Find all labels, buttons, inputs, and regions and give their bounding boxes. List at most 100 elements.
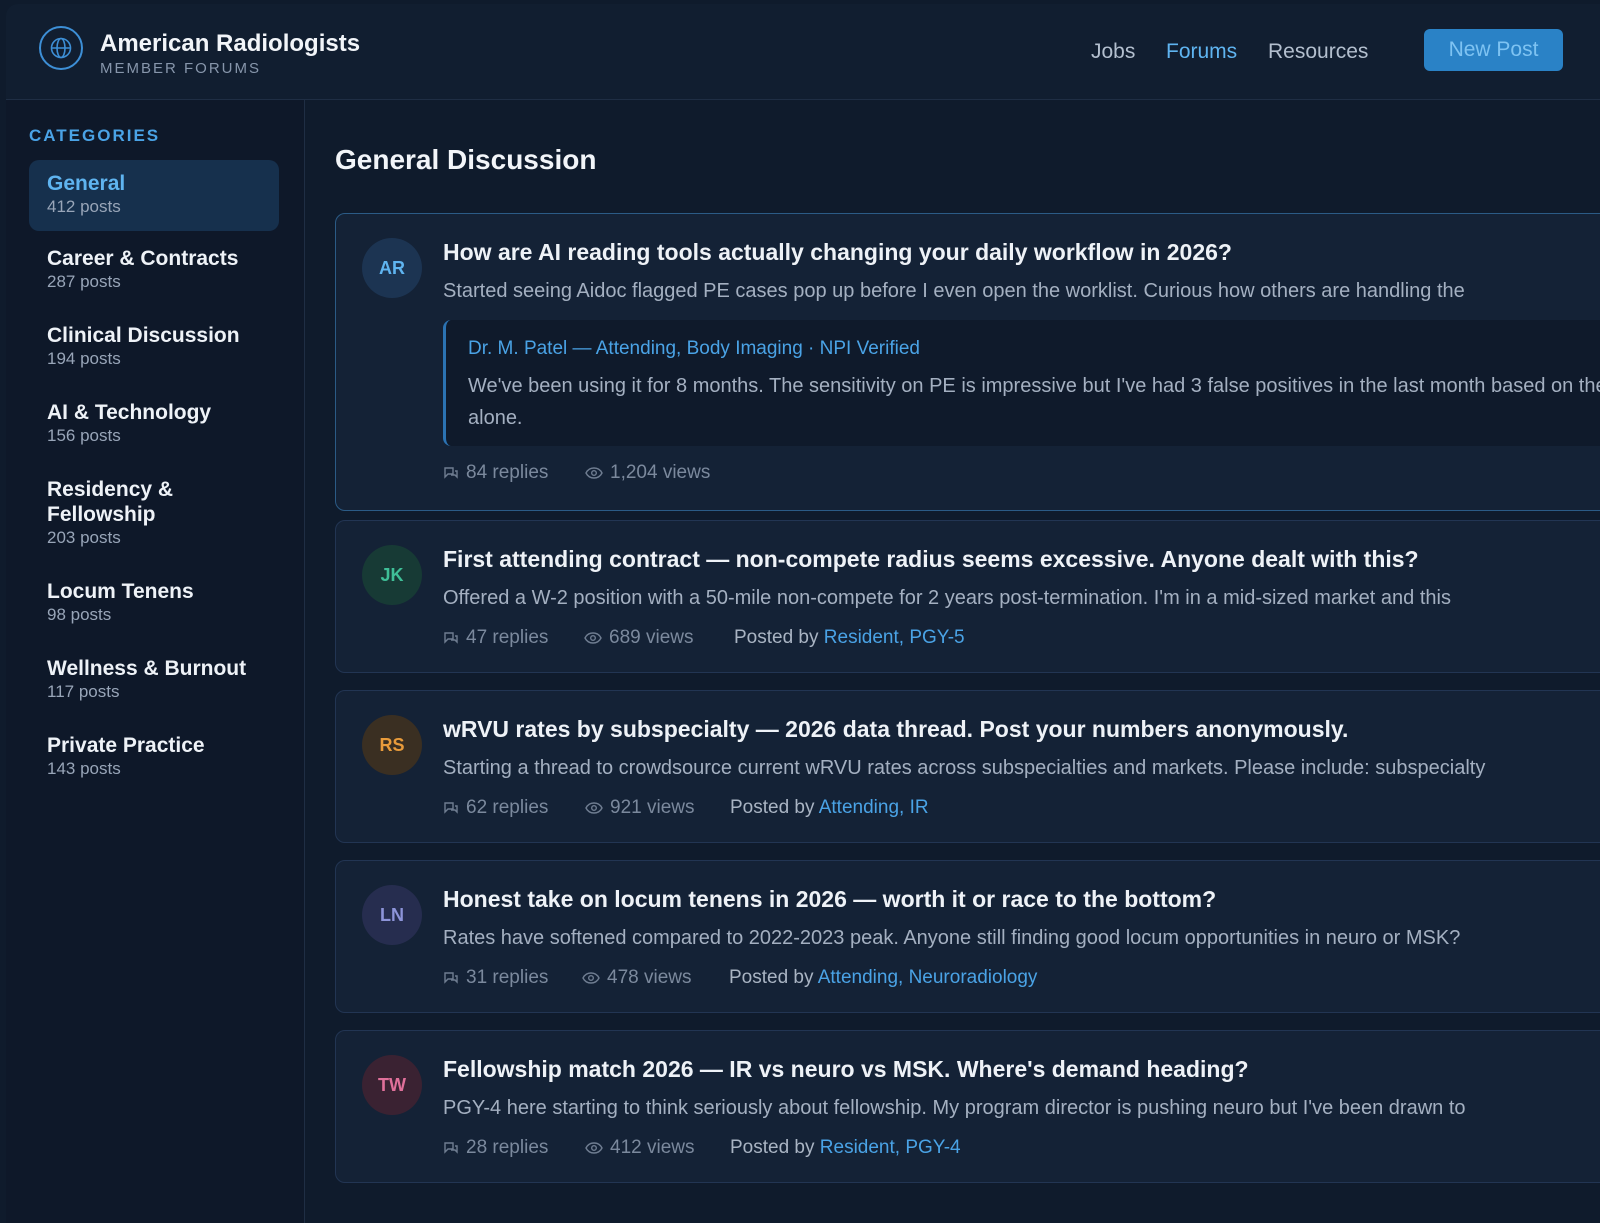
post-card[interactable]: AR How are AI reading tools actually cha… bbox=[335, 213, 1600, 511]
category-name: Wellness & Burnout bbox=[47, 657, 247, 680]
brand-title[interactable]: American Radiologists bbox=[100, 30, 360, 58]
chat-icon bbox=[444, 802, 458, 814]
category-count: 143 posts bbox=[47, 759, 121, 778]
eye-icon bbox=[585, 1142, 603, 1154]
category-name: AI & Technology bbox=[47, 401, 212, 424]
sidebar-item-locum-tenens[interactable]: Locum Tenens 98 posts bbox=[29, 579, 279, 626]
sidebar-item-ai-technology[interactable]: AI & Technology 156 posts bbox=[29, 400, 279, 447]
author-link[interactable]: Resident, PGY-5 bbox=[824, 627, 965, 648]
views-stat: 689 views bbox=[584, 627, 694, 649]
reply-preview: Dr. M. Patel — Attending, Body Imaging ·… bbox=[443, 320, 1600, 446]
category-count: 203 posts bbox=[47, 528, 121, 547]
post-excerpt: PGY-4 here starting to think seriously a… bbox=[443, 1097, 1466, 1119]
category-name: Private Practice bbox=[47, 734, 205, 757]
post-title[interactable]: Fellowship match 2026 — IR vs neuro vs M… bbox=[443, 1056, 1249, 1083]
reply-author[interactable]: Dr. M. Patel — Attending, Body Imaging ·… bbox=[468, 338, 920, 360]
chat-icon bbox=[444, 632, 458, 644]
views-stat: 1,204 views bbox=[585, 462, 710, 484]
posted-by-label: Posted by bbox=[734, 627, 819, 648]
posted-by-label: Posted by bbox=[729, 967, 814, 988]
post-excerpt: Started seeing Aidoc flagged PE cases po… bbox=[443, 280, 1465, 302]
post-card[interactable]: TW Fellowship match 2026 — IR vs neuro v… bbox=[335, 1030, 1600, 1183]
replies-count: 31 replies bbox=[466, 967, 549, 988]
posted-by-label: Posted by bbox=[730, 797, 815, 818]
category-name: Locum Tenens bbox=[47, 580, 194, 603]
views-stat: 478 views bbox=[582, 967, 692, 989]
post-title[interactable]: How are AI reading tools actually changi… bbox=[443, 239, 1232, 266]
post-card[interactable]: RS wRVU rates by subspecialty — 2026 dat… bbox=[335, 690, 1600, 843]
replies-stat: 47 replies bbox=[443, 627, 548, 649]
sidebar-item-private-practice[interactable]: Private Practice 143 posts bbox=[29, 733, 279, 780]
views-count: 412 views bbox=[610, 1137, 695, 1158]
nav-forums[interactable]: Forums bbox=[1166, 40, 1237, 64]
views-count: 478 views bbox=[607, 967, 692, 988]
category-name: General bbox=[47, 172, 126, 195]
page-title: General Discussion bbox=[335, 144, 597, 175]
post-card[interactable]: LN Honest take on locum tenens in 2026 —… bbox=[335, 860, 1600, 1013]
nav-resources[interactable]: Resources bbox=[1268, 40, 1368, 64]
sidebar-item-residency-fellowship[interactable]: Residency & Fellowship 203 posts bbox=[29, 477, 229, 549]
views-stat: 921 views bbox=[585, 797, 695, 819]
category-name: Clinical Discussion bbox=[47, 324, 240, 347]
nav-jobs[interactable]: Jobs bbox=[1091, 40, 1135, 64]
post-excerpt: Starting a thread to crowdsource current… bbox=[443, 757, 1486, 779]
reply-text: We've been using it for 8 months. The se… bbox=[468, 375, 1600, 429]
post-card[interactable]: JK First attending contract — non-compet… bbox=[335, 520, 1600, 673]
eye-icon bbox=[584, 632, 602, 644]
avatar: TW bbox=[362, 1055, 422, 1115]
posted-by: Posted by Resident, PGY-4 bbox=[730, 1137, 961, 1159]
replies-count: 84 replies bbox=[466, 462, 549, 483]
replies-count: 47 replies bbox=[466, 627, 549, 648]
sidebar: CATEGORIES General 412 posts Career & Co… bbox=[6, 100, 305, 1223]
replies-count: 62 replies bbox=[466, 797, 549, 818]
views-count: 689 views bbox=[609, 627, 694, 648]
category-count: 117 posts bbox=[47, 682, 120, 701]
category-name: Career & Contracts bbox=[47, 247, 239, 270]
chat-icon bbox=[444, 972, 458, 984]
chat-icon bbox=[444, 1142, 458, 1154]
avatar: RS bbox=[362, 715, 422, 775]
posted-by: Posted by Attending, Neuroradiology bbox=[729, 967, 1037, 989]
top-header: American Radiologists MEMBER FORUMS Jobs… bbox=[6, 4, 1600, 100]
post-title[interactable]: First attending contract — non-compete r… bbox=[443, 546, 1419, 573]
category-count: 287 posts bbox=[47, 272, 121, 291]
sidebar-item-career-contracts[interactable]: Career & Contracts 287 posts bbox=[29, 246, 279, 293]
views-count: 1,204 views bbox=[610, 462, 711, 483]
post-excerpt: Offered a W-2 position with a 50-mile no… bbox=[443, 587, 1451, 609]
eye-icon bbox=[585, 467, 603, 479]
posted-by: Posted by Resident, PGY-5 bbox=[734, 627, 965, 649]
post-title[interactable]: wRVU rates by subspecialty — 2026 data t… bbox=[443, 716, 1348, 743]
sidebar-item-clinical-discussion[interactable]: Clinical Discussion 194 posts bbox=[29, 323, 279, 370]
eye-icon bbox=[585, 802, 603, 814]
replies-count: 28 replies bbox=[466, 1137, 549, 1158]
avatar: LN bbox=[362, 885, 422, 945]
avatar: AR bbox=[362, 238, 422, 298]
sidebar-item-wellness-burnout[interactable]: Wellness & Burnout 117 posts bbox=[29, 656, 279, 703]
replies-stat: 62 replies bbox=[443, 797, 548, 819]
category-count: 156 posts bbox=[47, 426, 121, 445]
post-title[interactable]: Honest take on locum tenens in 2026 — wo… bbox=[443, 886, 1216, 913]
author-link[interactable]: Resident, PGY-4 bbox=[820, 1137, 961, 1158]
replies-stat: 31 replies bbox=[443, 967, 548, 989]
sidebar-item-general[interactable]: General 412 posts bbox=[29, 160, 279, 231]
main-content: General Discussion AR How are AI reading… bbox=[305, 100, 1600, 1223]
replies-stat: 84 replies bbox=[443, 462, 548, 484]
category-count: 412 posts bbox=[47, 197, 121, 216]
posted-by: Posted by Attending, IR bbox=[730, 797, 929, 819]
replies-stat: 28 replies bbox=[443, 1137, 548, 1159]
brand-subtitle: MEMBER FORUMS bbox=[100, 60, 261, 77]
eye-icon bbox=[582, 972, 600, 984]
posted-by-label: Posted by bbox=[730, 1137, 815, 1158]
author-link[interactable]: Attending, IR bbox=[819, 797, 929, 818]
avatar: JK bbox=[362, 545, 422, 605]
chat-icon bbox=[444, 467, 458, 479]
author-link[interactable]: Attending, Neuroradiology bbox=[818, 967, 1038, 988]
category-count: 194 posts bbox=[47, 349, 121, 368]
app-window: American Radiologists MEMBER FORUMS Jobs… bbox=[0, 0, 1600, 1223]
categories-heading: CATEGORIES bbox=[29, 126, 161, 145]
views-count: 921 views bbox=[610, 797, 695, 818]
new-post-button[interactable]: New Post bbox=[1424, 29, 1563, 71]
category-name: Residency & Fellowship bbox=[47, 478, 174, 526]
globe-icon[interactable] bbox=[39, 26, 83, 70]
category-count: 98 posts bbox=[47, 605, 112, 624]
